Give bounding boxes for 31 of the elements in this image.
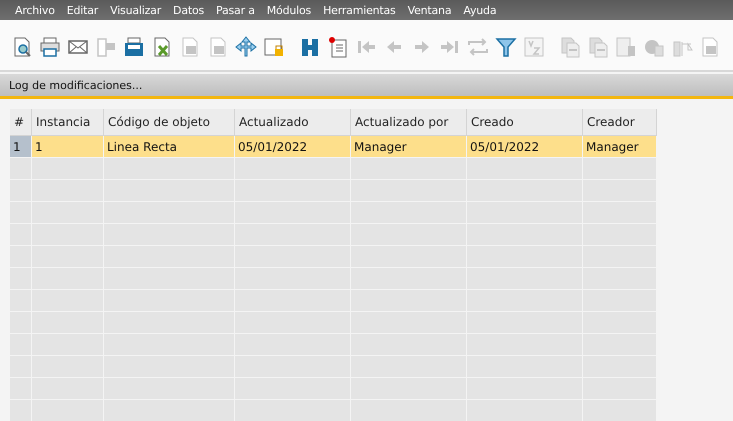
- menu-item[interactable]: Archivo: [9, 4, 61, 16]
- menu-item[interactable]: Módulos: [260, 4, 318, 16]
- table-cell: 05/01/2022: [467, 136, 583, 158]
- row-number: 1: [10, 136, 32, 158]
- four-arrows-icon[interactable]: [235, 36, 257, 58]
- column-header[interactable]: Actualizado: [235, 109, 351, 136]
- column-header[interactable]: Instancia: [32, 109, 104, 136]
- table-cell: 05/01/2022: [235, 136, 351, 158]
- form-icon[interactable]: [327, 36, 349, 58]
- table-cell: Manager: [351, 136, 467, 158]
- table-cell: 1: [32, 136, 104, 158]
- printer-icon[interactable]: [39, 36, 61, 58]
- table-row[interactable]: 1 1 Linea Recta 05/01/2022 Manager 05/01/2022 Manager: [10, 136, 657, 158]
- table-cell: Linea Recta: [104, 136, 235, 158]
- menu-item[interactable]: Editar: [60, 4, 104, 16]
- window-lock-icon[interactable]: [263, 36, 285, 58]
- column-header[interactable]: Actualizado por: [351, 109, 467, 136]
- fax-icon[interactable]: [123, 36, 145, 58]
- menu-item[interactable]: Herramientas: [317, 4, 402, 16]
- column-header[interactable]: #: [10, 109, 32, 136]
- menu-item[interactable]: Ayuda: [457, 4, 502, 16]
- menu-item[interactable]: Ventana: [402, 4, 458, 16]
- menu-item[interactable]: Datos: [167, 4, 210, 16]
- menu-item[interactable]: Pasar a: [210, 4, 261, 16]
- column-header[interactable]: Código de objeto: [104, 109, 235, 136]
- table-cell: Manager: [583, 136, 657, 158]
- window-title: Log de modificaciones...: [9, 78, 142, 92]
- column-header[interactable]: Creado: [467, 109, 583, 136]
- column-header[interactable]: Creador: [583, 109, 657, 136]
- menu-item[interactable]: Visualizar: [104, 4, 168, 16]
- filter-icon[interactable]: [495, 36, 517, 58]
